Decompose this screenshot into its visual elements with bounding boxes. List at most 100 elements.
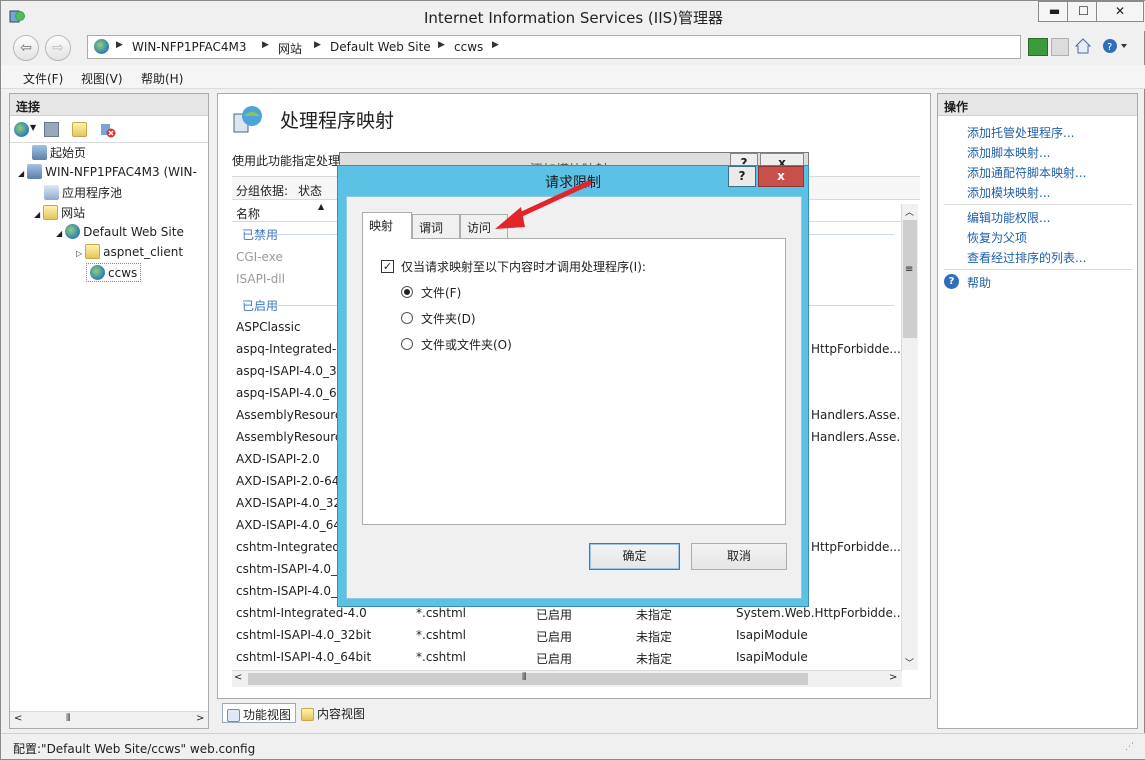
table-row[interactable]: cshtml-ISAPI-4.0_32bit *.cshtml 已启用 未指定 … <box>218 628 902 650</box>
page-description: 使用此功能指定处理 <box>232 154 341 168</box>
cell-handler: IsapiModule <box>736 628 808 642</box>
breadcrumb-sites[interactable]: 网站 <box>278 40 302 57</box>
table-row[interactable]: cshtml-Integrated-4.0 *.cshtml 已启用 未指定 S… <box>218 606 904 628</box>
horizontal-scrollbar[interactable]: < ⦀ > <box>10 711 208 728</box>
dialog-close-button[interactable]: x <box>758 166 804 187</box>
list-item[interactable]: cshtm-ISAPI-4.0_3 <box>236 562 345 576</box>
resize-grip-icon[interactable]: ⋰ <box>1125 742 1134 752</box>
list-item[interactable]: AssemblyResourc <box>236 430 342 444</box>
cancel-button[interactable]: 取消 <box>691 543 787 570</box>
breadcrumb-default-web-site[interactable]: Default Web Site <box>330 40 431 54</box>
action-edit-feature-permissions[interactable]: 编辑功能权限... <box>967 209 1050 226</box>
scroll-left-icon[interactable]: < <box>14 713 22 724</box>
collapse-arrow-icon[interactable]: ▷ <box>76 249 82 258</box>
tab-mapping[interactable]: 映射 <box>362 212 412 239</box>
scroll-grip-icon[interactable]: ⦀ <box>66 713 70 724</box>
action-add-wildcard-script-map[interactable]: 添加通配符脚本映射... <box>967 164 1086 181</box>
scroll-down-icon[interactable]: ﹀ <box>905 656 914 669</box>
list-item[interactable]: AXD-ISAPI-4.0_64 <box>236 518 341 532</box>
address-bar[interactable]: ▶ WIN-NFP1PFAC4M3 ▶ 网站 ▶ Default Web Sit… <box>87 35 1021 59</box>
vertical-scrollbar[interactable]: ︿ ≡ ﹀ <box>901 204 918 670</box>
radio-folder[interactable] <box>401 312 413 324</box>
radio-file-or-folder-label: 文件或文件夹(O) <box>421 338 512 352</box>
list-item[interactable]: cshtm-ISAPI-4.0_6 <box>236 584 345 598</box>
breadcrumb-server[interactable]: WIN-NFP1PFAC4M3 <box>132 40 247 54</box>
scroll-left-icon[interactable]: < <box>234 672 242 683</box>
globe-icon <box>94 39 112 54</box>
home-icon[interactable] <box>1074 37 1092 55</box>
group-by-label: 分组依据: <box>236 184 289 198</box>
scroll-up-icon[interactable]: ︿ <box>905 205 914 218</box>
list-item[interactable]: ISAPI-dll <box>236 272 285 286</box>
scroll-thumb[interactable] <box>248 673 808 685</box>
tree-item-server[interactable]: ◢ WIN-NFP1PFAC4M3 (WIN- <box>18 164 197 179</box>
list-item[interactable]: AssemblyResourc <box>236 408 342 422</box>
list-item[interactable]: aspq-ISAPI-4.0_32 <box>236 364 344 378</box>
forward-button[interactable]: ⇨ <box>45 35 71 61</box>
tree-item-sites[interactable]: ◢ 网站 <box>34 204 85 221</box>
menu-help[interactable]: 帮助(H) <box>141 70 183 87</box>
cell-path: *.cshtml <box>416 628 466 642</box>
server-icon <box>27 164 43 179</box>
stop-icon[interactable] <box>1051 38 1069 56</box>
list-item[interactable]: AXD-ISAPI-4.0_32 <box>236 496 341 510</box>
menu-view[interactable]: 视图(V) <box>81 70 123 87</box>
save-icon[interactable] <box>44 122 59 137</box>
list-item[interactable]: CGI-exe <box>236 250 283 264</box>
scroll-right-icon[interactable]: > <box>889 672 897 683</box>
svg-text:?: ? <box>1107 42 1112 53</box>
table-row[interactable]: cshtml-ISAPI-4.0_64bit *.cshtml 已启用 未指定 … <box>218 650 902 672</box>
tree-item-start-page[interactable]: 起始页 <box>32 144 86 161</box>
tree-item-aspnet-client[interactable]: ▷ aspnet_client <box>76 244 183 259</box>
chevron-down-icon[interactable]: ▼ <box>30 123 36 132</box>
main-horizontal-scrollbar[interactable]: < ⦀ > <box>232 670 902 687</box>
back-button[interactable]: ⇦ <box>13 35 39 61</box>
list-item[interactable]: ASPClassic <box>236 320 301 334</box>
radio-file[interactable] <box>401 286 413 298</box>
expand-arrow-icon[interactable]: ◢ <box>34 210 40 219</box>
status-text: 配置:"Default Web Site/ccws" web.config <box>13 742 256 756</box>
action-revert-to-parent[interactable]: 恢复为父项 <box>967 229 1027 246</box>
invoke-only-if-mapped-checkbox[interactable]: ✓ <box>381 260 394 273</box>
action-add-module-mapping[interactable]: 添加模块映射... <box>967 184 1050 201</box>
tab-verbs[interactable]: 谓词 <box>412 214 460 238</box>
expand-arrow-icon[interactable]: ◢ <box>18 169 24 178</box>
tree-item-default-web-site[interactable]: ◢ Default Web Site <box>56 224 184 239</box>
dialog-help-button[interactable]: ? <box>728 166 756 187</box>
tree-item-app-pools[interactable]: 应用程序池 <box>44 184 122 201</box>
menu-file[interactable]: 文件(F) <box>23 70 63 87</box>
radio-file-or-folder[interactable] <box>401 338 413 350</box>
close-window-button[interactable]: ✕ <box>1096 1 1144 22</box>
list-item[interactable]: cshtm-Integrated- <box>236 540 344 554</box>
tab-content-view[interactable]: 内容视图 <box>299 703 373 723</box>
ok-button[interactable]: 确定 <box>589 543 680 570</box>
help-dropdown-icon[interactable]: ? <box>1101 37 1129 55</box>
tree-item-ccws[interactable]: ccws <box>86 263 142 282</box>
column-header-name[interactable]: 名称 <box>236 205 260 222</box>
scroll-thumb[interactable] <box>903 220 917 338</box>
tab-features-view[interactable]: 功能视图 <box>222 703 296 723</box>
list-item[interactable]: AXD-ISAPI-2.0-64 <box>236 474 339 488</box>
list-item[interactable]: aspq-ISAPI-4.0_64 <box>236 386 344 400</box>
refresh-icon[interactable] <box>1028 38 1048 56</box>
action-view-ordered-list[interactable]: 查看经过排序的列表... <box>967 249 1086 266</box>
list-item[interactable]: aspq-Integrated-4 <box>236 342 344 356</box>
action-help[interactable]: 帮助 <box>967 274 991 291</box>
breadcrumb-ccws[interactable]: ccws <box>454 40 483 54</box>
expand-arrow-icon[interactable]: ◢ <box>56 229 62 238</box>
action-add-managed-handler[interactable]: 添加托管处理程序... <box>967 124 1074 141</box>
app-icon <box>90 265 105 280</box>
action-add-script-map[interactable]: 添加脚本映射... <box>967 144 1050 161</box>
disconnect-icon[interactable] <box>100 122 116 138</box>
tab-label: 内容视图 <box>317 707 366 721</box>
annotation-arrow-icon <box>495 180 592 229</box>
up-folder-icon[interactable] <box>72 122 90 137</box>
list-item[interactable]: AXD-ISAPI-2.0 <box>236 452 320 466</box>
cell-handler: IsapiModule <box>736 650 808 664</box>
cell-state: 已启用 <box>536 652 573 666</box>
scroll-right-icon[interactable]: > <box>196 713 204 724</box>
radio-folder-label: 文件夹(D) <box>421 312 476 326</box>
connections-toolbar: ▼ <box>12 119 208 141</box>
group-by-select[interactable]: 状态 <box>298 182 322 199</box>
title-bar: Internet Information Services (IIS)管理器 ▬… <box>1 1 1145 31</box>
